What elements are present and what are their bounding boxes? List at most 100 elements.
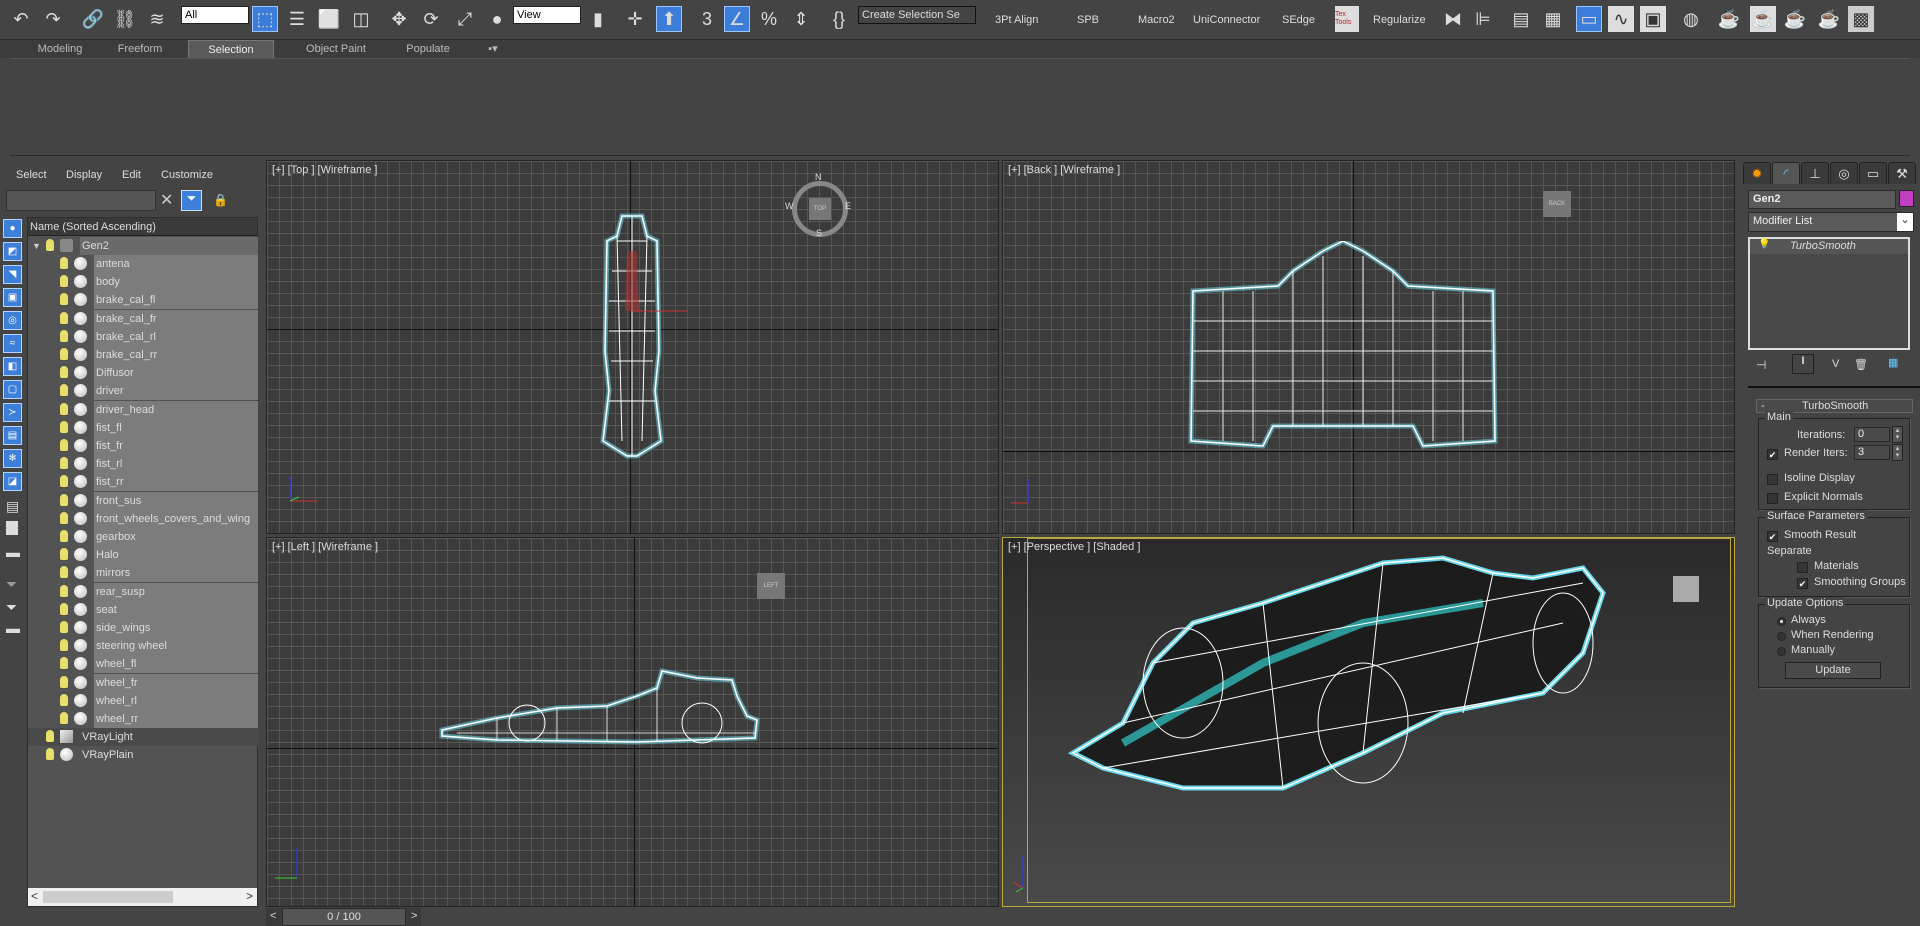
- search-input[interactable]: [6, 190, 156, 211]
- rectangle-selection-icon[interactable]: ⬜: [316, 6, 342, 32]
- visibility-bulb-icon[interactable]: [46, 730, 54, 743]
- visibility-bulb-icon[interactable]: [60, 493, 68, 506]
- render-production-icon[interactable]: ☕: [1782, 6, 1808, 32]
- list-item[interactable]: wheel_rl: [28, 691, 258, 710]
- utilities-tab-icon[interactable]: ⚒: [1888, 162, 1916, 184]
- material-editor-icon[interactable]: ◍: [1678, 6, 1704, 32]
- lightbulb-icon[interactable]: 💡: [1758, 239, 1770, 250]
- visibility-bulb-icon[interactable]: [60, 693, 68, 706]
- list-item[interactable]: brake_cal_fr: [28, 309, 258, 328]
- display-geometry-icon[interactable]: ●: [3, 219, 22, 238]
- list-item[interactable]: brake_cal_fl: [28, 291, 258, 310]
- remove-modifier-icon[interactable]: 🗑: [1854, 358, 1868, 371]
- visibility-bulb-icon[interactable]: [60, 329, 68, 342]
- visibility-bulb-icon[interactable]: [60, 402, 68, 415]
- keyboard-shortcut-toggle-icon[interactable]: ⬆: [656, 6, 682, 32]
- time-slider[interactable]: < 0 / 100 >: [266, 908, 421, 926]
- script-uniconnector[interactable]: UniConnector: [1193, 14, 1260, 26]
- select-by-name-icon[interactable]: ☰: [284, 6, 310, 32]
- list-item[interactable]: fist_rl: [28, 455, 258, 474]
- clear-search-icon[interactable]: ✕: [160, 190, 173, 210]
- smoothing-groups-checkbox[interactable]: ✔: [1797, 578, 1808, 589]
- display-spacewarps-icon[interactable]: ≈: [3, 334, 22, 353]
- tab-freeform[interactable]: Freeform: [100, 40, 180, 58]
- window-crossing-icon[interactable]: ◫: [348, 6, 374, 32]
- angle-snap-icon[interactable]: ∠: [724, 6, 750, 32]
- list-item[interactable]: body: [28, 273, 258, 292]
- named-selection-set-field[interactable]: Create Selection Se: [858, 6, 976, 24]
- render-iters-checkbox[interactable]: ✔: [1767, 449, 1778, 460]
- visibility-bulb-icon[interactable]: [46, 239, 54, 251]
- viewport-left[interactable]: [+] [Left ] [Wireframe ] LEFT: [266, 537, 999, 907]
- visibility-bulb-icon[interactable]: [60, 293, 68, 306]
- create-tab-icon[interactable]: ✹: [1743, 162, 1771, 184]
- toggle-ribbon-icon[interactable]: ▭: [1576, 6, 1602, 32]
- display-none-icon[interactable]: [6, 521, 18, 535]
- iterations-input[interactable]: 0: [1854, 427, 1890, 442]
- tab-populate[interactable]: Populate: [388, 40, 468, 58]
- viewcube[interactable]: BACK: [1543, 191, 1571, 217]
- manipulate-icon[interactable]: ✛: [622, 6, 648, 32]
- filter-icon[interactable]: ⏷: [181, 190, 202, 211]
- viewcube[interactable]: LEFT: [757, 573, 785, 599]
- list-item[interactable]: driver: [28, 382, 258, 401]
- visibility-bulb-icon[interactable]: [60, 420, 68, 433]
- visibility-bulb-icon[interactable]: [60, 621, 68, 633]
- viewport-back[interactable]: [+] [Back ] [Wireframe ] BACK: [1002, 160, 1735, 534]
- redo-icon[interactable]: ↷: [40, 6, 66, 32]
- list-item[interactable]: fist_fr: [28, 437, 258, 455]
- menu-select[interactable]: Select: [16, 169, 47, 181]
- list-item[interactable]: rear_susp: [28, 582, 258, 601]
- edit-named-selection-icon[interactable]: {}: [826, 6, 852, 32]
- explicit-normals-checkbox[interactable]: [1767, 493, 1778, 504]
- visibility-bulb-icon[interactable]: [60, 311, 68, 324]
- materials-checkbox[interactable]: [1797, 562, 1808, 573]
- visibility-bulb-icon[interactable]: [60, 657, 68, 670]
- time-prev-button[interactable]: <: [270, 910, 276, 922]
- list-item[interactable]: wheel_fr: [28, 673, 258, 692]
- list-item[interactable]: antena: [28, 255, 258, 273]
- display-containers-icon[interactable]: ▤: [3, 426, 22, 445]
- display-groups-icon[interactable]: ◧: [3, 357, 22, 376]
- update-button[interactable]: Update: [1785, 662, 1881, 679]
- list-item[interactable]: Diffusor: [28, 364, 258, 383]
- scrollbar-thumb[interactable]: [43, 891, 173, 903]
- move-icon[interactable]: ✥: [386, 6, 412, 32]
- menu-display[interactable]: Display: [66, 169, 102, 181]
- list-item[interactable]: fist_fl: [28, 418, 258, 437]
- visibility-bulb-icon[interactable]: [60, 584, 68, 597]
- modifier-stack-item[interactable]: TurboSmooth: [1750, 239, 1908, 254]
- visibility-bulb-icon[interactable]: [60, 384, 68, 397]
- visibility-bulb-icon[interactable]: [60, 348, 68, 360]
- tab-object-paint[interactable]: Object Paint: [284, 40, 388, 58]
- viewport-label-top[interactable]: [+] [Top ] [Wireframe ]: [272, 164, 377, 176]
- render-setup-icon[interactable]: ☕: [1716, 6, 1742, 32]
- rendered-frame-window-icon[interactable]: ☕: [1750, 6, 1776, 32]
- visibility-bulb-icon[interactable]: [60, 457, 68, 470]
- list-item[interactable]: driver_head: [28, 400, 258, 419]
- visibility-bulb-icon[interactable]: [60, 712, 68, 724]
- visibility-bulb-icon[interactable]: [60, 439, 68, 451]
- tab-modeling[interactable]: Modeling: [20, 40, 100, 58]
- list-item[interactable]: wheel_rr: [28, 710, 258, 728]
- display-hidden-icon[interactable]: ◪: [3, 472, 22, 491]
- display-tab-icon[interactable]: ▭: [1859, 162, 1887, 184]
- time-slider-thumb[interactable]: 0 / 100: [282, 908, 406, 926]
- display-all-icon[interactable]: ▤: [6, 498, 19, 515]
- visibility-bulb-icon[interactable]: [46, 748, 54, 761]
- scroll-right-icon[interactable]: >: [246, 889, 253, 903]
- viewcube[interactable]: [1673, 576, 1699, 602]
- render-iters-input[interactable]: 3: [1854, 445, 1890, 460]
- visibility-bulb-icon[interactable]: [60, 602, 68, 615]
- unlink-icon[interactable]: ⛓: [112, 6, 138, 32]
- script-macro2[interactable]: Macro2: [1138, 14, 1175, 26]
- select-object-icon[interactable]: ⬚: [252, 6, 278, 32]
- selection-filter-dropdown[interactable]: All: [181, 6, 249, 24]
- a360-gallery-icon[interactable]: ▩: [1848, 6, 1874, 32]
- scroll-left-icon[interactable]: <: [31, 889, 38, 903]
- object-name-field[interactable]: Gen2: [1748, 190, 1896, 209]
- visibility-bulb-icon[interactable]: [60, 366, 68, 379]
- show-end-result-icon[interactable]: I: [1792, 354, 1814, 374]
- list-item[interactable]: VRayPlain: [28, 746, 258, 764]
- list-item[interactable]: front_sus: [28, 491, 258, 510]
